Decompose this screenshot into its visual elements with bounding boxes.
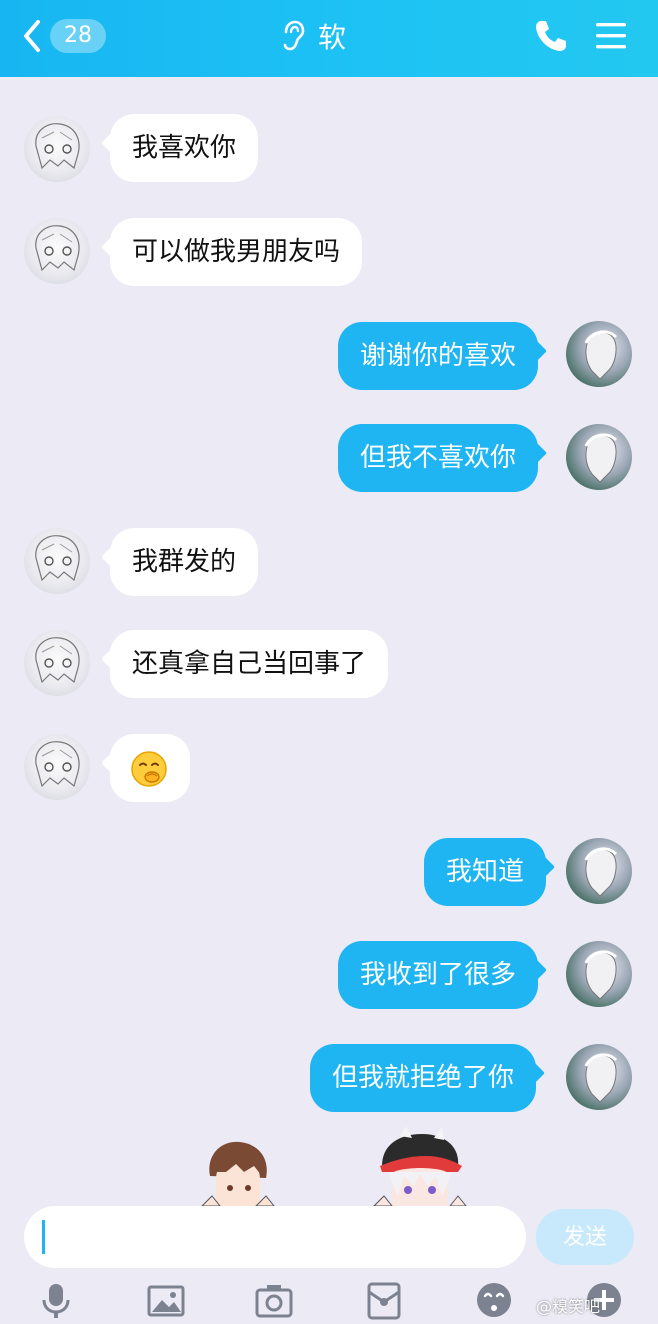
chat-header: 28 软 bbox=[0, 0, 658, 77]
back-button[interactable]: 28 bbox=[20, 16, 110, 56]
contact-avatar[interactable] bbox=[24, 528, 90, 594]
outgoing-message-bubble[interactable]: 但我就拒绝了你 bbox=[310, 1044, 537, 1112]
user-avatar[interactable] bbox=[566, 838, 632, 904]
chat-title: 软 bbox=[318, 21, 347, 54]
outgoing-message-bubble[interactable]: 但我不喜欢你 bbox=[338, 424, 539, 492]
girl-mascot-icon bbox=[372, 1126, 468, 1208]
user-avatar[interactable] bbox=[566, 1044, 632, 1110]
incoming-message-bubble[interactable]: 可以做我男朋友吗 bbox=[110, 218, 363, 286]
user-avatar[interactable] bbox=[566, 941, 632, 1007]
ear-icon bbox=[283, 20, 305, 51]
outgoing-message-bubble[interactable]: 我收到了很多 bbox=[338, 941, 539, 1009]
outgoing-message-bubble[interactable]: 谢谢你的喜欢 bbox=[338, 322, 539, 390]
contact-avatar[interactable] bbox=[24, 116, 90, 182]
message-input[interactable] bbox=[24, 1206, 526, 1268]
phone-icon[interactable] bbox=[533, 18, 569, 54]
image-icon[interactable] bbox=[146, 1280, 186, 1320]
contact-avatar[interactable] bbox=[24, 630, 90, 696]
outgoing-message-bubble[interactable]: 我知道 bbox=[424, 838, 547, 906]
watermark: @糗笑吧 bbox=[536, 1297, 601, 1316]
chevron-left-icon bbox=[24, 20, 40, 52]
send-button[interactable]: 发送 bbox=[536, 1209, 634, 1265]
camera-icon[interactable] bbox=[254, 1280, 294, 1320]
red-packet-icon[interactable] bbox=[364, 1280, 404, 1320]
emoji-icon[interactable] bbox=[474, 1280, 514, 1320]
user-avatar[interactable] bbox=[566, 321, 632, 387]
incoming-emoji-bubble[interactable] bbox=[110, 734, 190, 802]
incoming-message-bubble[interactable]: 还真拿自己当回事了 bbox=[110, 630, 389, 698]
boy-mascot-icon bbox=[200, 1141, 276, 1208]
smirk-face-emoji-icon bbox=[131, 751, 167, 787]
menu-icon[interactable] bbox=[594, 20, 628, 52]
contact-avatar[interactable] bbox=[24, 734, 90, 800]
contact-avatar[interactable] bbox=[24, 218, 90, 284]
incoming-message-bubble[interactable]: 我群发的 bbox=[110, 528, 259, 596]
incoming-message-bubble[interactable]: 我喜欢你 bbox=[110, 114, 259, 182]
text-cursor bbox=[42, 1220, 45, 1254]
microphone-icon[interactable] bbox=[36, 1280, 76, 1320]
chat-title-wrap: 软 bbox=[280, 16, 346, 56]
unread-count-badge: 28 bbox=[50, 19, 106, 53]
user-avatar[interactable] bbox=[566, 424, 632, 490]
